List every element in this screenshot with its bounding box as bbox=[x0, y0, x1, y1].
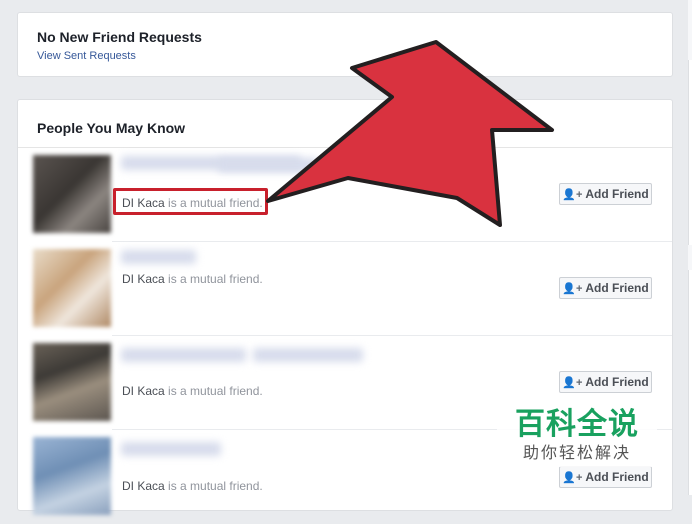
mutual-friend-link[interactable]: DI Kaca bbox=[122, 384, 165, 398]
watermark-tagline: 助你轻松解决 bbox=[522, 443, 631, 462]
mutual-suffix: is a mutual friend. bbox=[164, 384, 263, 398]
mutual-friend-text: DI Kaca is a mutual friend. bbox=[122, 272, 263, 286]
avatar[interactable] bbox=[33, 437, 111, 515]
add-friend-icon: 👤+ bbox=[562, 282, 583, 295]
mutual-friend-text: DI Kaca is a mutual friend. bbox=[122, 479, 263, 493]
person-name-blurred[interactable] bbox=[121, 348, 246, 362]
person-name-blurred bbox=[253, 348, 363, 362]
add-friend-label: Add Friend bbox=[585, 470, 649, 484]
mutual-friend-highlight bbox=[113, 188, 268, 215]
add-friend-label: Add Friend bbox=[585, 281, 649, 295]
right-panel bbox=[688, 60, 692, 245]
watermark: 百科全说 助你轻松解决 bbox=[497, 397, 657, 467]
person-name-blurred[interactable] bbox=[121, 250, 196, 264]
avatar[interactable] bbox=[33, 155, 111, 233]
mutual-suffix: is a mutual friend. bbox=[164, 479, 263, 493]
add-friend-button[interactable]: 👤+ Add Friend bbox=[559, 466, 652, 488]
add-friend-icon: 👤+ bbox=[562, 471, 583, 484]
friend-requests-card: No New Friend Requests View Sent Request… bbox=[17, 12, 673, 77]
mutual-suffix: is a mutual friend. bbox=[164, 272, 263, 286]
list-item: DI Kaca is a mutual friend. 👤+ Add Frien… bbox=[18, 242, 672, 336]
add-friend-button[interactable]: 👤+ Add Friend bbox=[559, 371, 652, 393]
mutual-friend-text: DI Kaca is a mutual friend. bbox=[122, 384, 263, 398]
right-panel bbox=[688, 270, 692, 495]
add-friend-button[interactable]: 👤+ Add Friend bbox=[559, 277, 652, 299]
add-friend-label: Add Friend bbox=[585, 375, 649, 389]
add-friend-icon: 👤+ bbox=[562, 188, 583, 201]
avatar[interactable] bbox=[33, 343, 111, 421]
add-friend-label: Add Friend bbox=[585, 187, 649, 201]
view-sent-requests-link[interactable]: View Sent Requests bbox=[37, 50, 136, 62]
watermark-logo: 百科全说 bbox=[515, 407, 639, 442]
mutual-friend-link[interactable]: DI Kaca bbox=[122, 479, 165, 493]
avatar[interactable] bbox=[33, 249, 111, 327]
person-name-blurred bbox=[218, 158, 318, 172]
mutual-friend-link[interactable]: DI Kaca bbox=[122, 272, 165, 286]
add-friend-button[interactable]: 👤+ Add Friend bbox=[559, 183, 652, 205]
person-name-blurred[interactable] bbox=[121, 442, 221, 456]
right-column-edge bbox=[688, 0, 692, 495]
add-friend-icon: 👤+ bbox=[562, 376, 583, 389]
friend-requests-title: No New Friend Requests bbox=[37, 29, 202, 45]
people-you-may-know-title: People You May Know bbox=[37, 120, 186, 136]
